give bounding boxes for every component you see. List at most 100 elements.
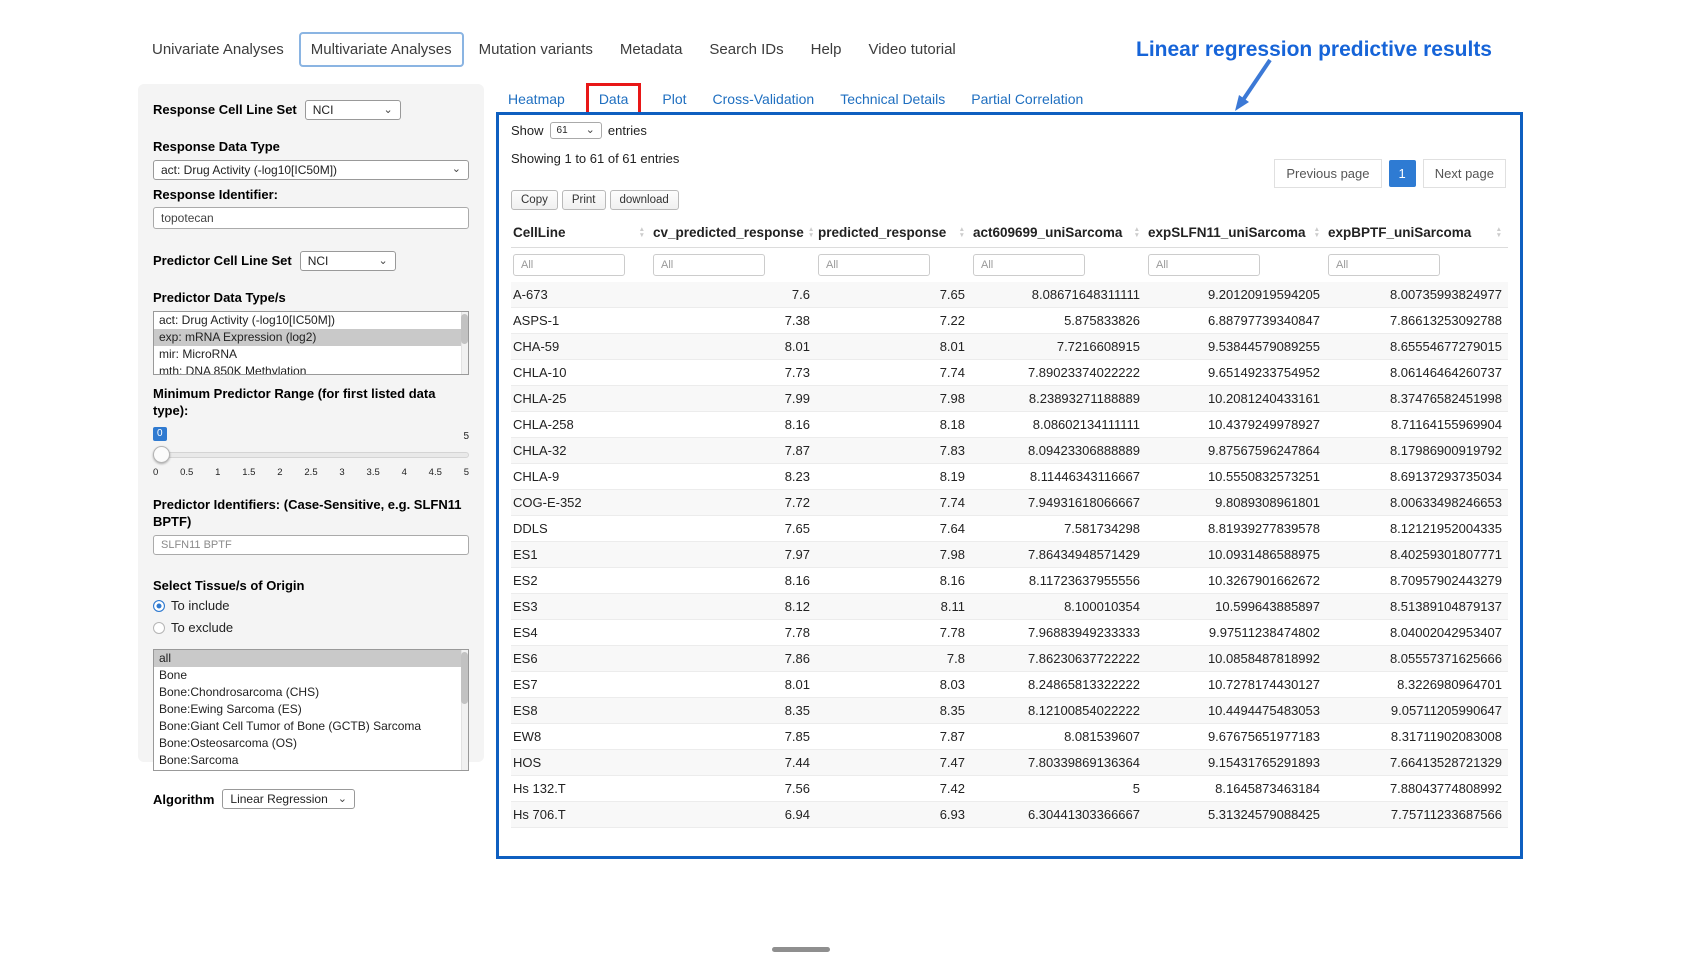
tab-cross-validation[interactable]: Cross-Validation [713,91,815,107]
radio-to-exclude[interactable]: To exclude [153,620,469,635]
tab-data[interactable]: Data [586,83,642,115]
response-identifier-input[interactable] [153,207,469,229]
table-row[interactable]: CHLA-98.238.198.1144634311666710.5550832… [511,464,1508,490]
cell-value: 7.44 [651,750,816,776]
table-row[interactable]: A-6737.67.658.086716483111119.2012091959… [511,282,1508,308]
nav-tab-metadata[interactable]: Metadata [608,32,695,67]
nav-tab-search-ids[interactable]: Search IDs [697,32,795,67]
cell-line-name: CHLA-25 [511,386,651,412]
col-header-act609699-unisarcoma[interactable]: act609699_uniSarcoma▲▼ [971,218,1146,248]
copy-button[interactable]: Copy [511,190,558,210]
option-peripheral-nervous-system[interactable]: Peripheral_Nervous_System [154,769,468,771]
sort-icon[interactable]: ▲▼ [808,227,814,239]
nav-tab-univariate-analyses[interactable]: Univariate Analyses [140,32,296,67]
table-row[interactable]: Hs 706.T6.946.936.304413033666675.313245… [511,802,1508,828]
table-row[interactable]: DDLS7.657.647.5817342988.819392778395788… [511,516,1508,542]
col-header-predicted-response[interactable]: predicted_response▲▼ [816,218,971,248]
cell-value: 7.72 [651,490,816,516]
list-scrollbar[interactable] [461,650,468,770]
previous-page-button[interactable]: Previous page [1274,159,1381,188]
sort-icon[interactable]: ▲▼ [1496,227,1502,239]
sort-icon[interactable]: ▲▼ [1134,227,1140,239]
table-row[interactable]: EW87.857.878.0815396079.676756519771838.… [511,724,1508,750]
predictor-identifiers-input[interactable] [153,535,469,555]
cell-value: 9.8089308961801 [1146,490,1326,516]
col-header-expslfn11-unisarcoma[interactable]: expSLFN11_uniSarcoma▲▼ [1146,218,1326,248]
entries-count-select[interactable]: 61 ⌄ [550,122,602,139]
radio-checked-icon[interactable] [153,600,165,612]
table-row[interactable]: Hs 132.T7.567.4258.16458734631847.880437… [511,776,1508,802]
table-row[interactable]: ES28.168.168.1172363795555610.3267901662… [511,568,1508,594]
table-row[interactable]: ES67.867.87.8623063772222210.08584878189… [511,646,1508,672]
current-page-button[interactable]: 1 [1389,160,1416,187]
predictor-cell-line-set-select[interactable]: NCI ⌄ [300,251,396,271]
cell-line-name: CHLA-32 [511,438,651,464]
nav-tab-mutation-variants[interactable]: Mutation variants [467,32,605,67]
table-row[interactable]: CHLA-107.737.747.890233740222229.6514923… [511,360,1508,386]
sort-icon[interactable]: ▲▼ [959,227,965,239]
sort-desc-icon: ▼ [808,233,814,239]
list-scrollbar[interactable] [461,312,468,374]
response-data-type-select[interactable]: act: Drug Activity (-log10[IC50M]) ⌄ [153,160,469,180]
radio-unchecked-icon[interactable] [153,622,165,634]
col-header-cellline[interactable]: CellLine▲▼ [511,218,651,248]
slider-thumb[interactable] [153,446,170,463]
nav-tab-help[interactable]: Help [799,32,854,67]
option-all[interactable]: all [154,650,468,667]
table-row[interactable]: CHLA-327.877.838.094233068888899.8756759… [511,438,1508,464]
tab-partial-correlation[interactable]: Partial Correlation [971,91,1083,107]
option-bone-giant-cell-tumor-of-bone-gctb-sarcoma[interactable]: Bone:Giant Cell Tumor of Bone (GCTB) Sar… [154,718,468,735]
filter-input-cv-predicted-response[interactable] [653,254,765,276]
table-row[interactable]: ASPS-17.387.225.8758338266.8879773934084… [511,308,1508,334]
table-row[interactable]: CHLA-2588.168.188.0860213411111110.43792… [511,412,1508,438]
option-mir-microrna[interactable]: mir: MicroRNA [154,346,468,363]
option-bone-ewing-sarcoma-es[interactable]: Bone:Ewing Sarcoma (ES) [154,701,468,718]
algorithm-select[interactable]: Linear Regression ⌄ [222,789,355,809]
table-row[interactable]: CHLA-257.997.988.2389327118888910.208124… [511,386,1508,412]
table-row[interactable]: COG-E-3527.727.747.949316180666679.80893… [511,490,1508,516]
print-button[interactable]: Print [562,190,606,210]
next-page-button[interactable]: Next page [1423,159,1506,188]
nav-tab-multivariate-analyses[interactable]: Multivariate Analyses [299,32,464,67]
tab-heatmap[interactable]: Heatmap [508,91,565,107]
option-bone-chondrosarcoma-chs[interactable]: Bone:Chondrosarcoma (CHS) [154,684,468,701]
slider-max-label: 5 [463,431,469,442]
table-row[interactable]: ES78.018.038.2486581332222210.7278174430… [511,672,1508,698]
radio-to-include[interactable]: To include [153,598,469,613]
cell-value: 7.74 [816,360,971,386]
filter-input-predicted-response[interactable] [818,254,930,276]
option-mth-dna-850k-methylation[interactable]: mth: DNA 850K Methylation [154,363,468,375]
response-cell-line-set-select[interactable]: NCI ⌄ [305,100,401,120]
scrollbar-thumb[interactable] [461,652,468,704]
download-button[interactable]: download [610,190,679,210]
nav-tab-video-tutorial[interactable]: Video tutorial [856,32,967,67]
filter-input-act609699-unisarcoma[interactable] [973,254,1085,276]
table-row[interactable]: ES38.128.118.10001035410.5996438858978.5… [511,594,1508,620]
slider-track[interactable] [153,452,469,458]
tab-plot[interactable]: Plot [662,91,686,107]
cell-value: 10.5550832573251 [1146,464,1326,490]
col-header-expbptf-unisarcoma[interactable]: expBPTF_uniSarcoma▲▼ [1326,218,1508,248]
table-row[interactable]: ES17.977.987.8643494857142910.0931486588… [511,542,1508,568]
min-predictor-range-slider[interactable]: 0 5 [153,448,469,462]
filter-input-expslfn11-unisarcoma[interactable] [1148,254,1260,276]
table-row[interactable]: ES47.787.787.968839492333339.97511238474… [511,620,1508,646]
tab-technical-details[interactable]: Technical Details [840,91,945,107]
sort-icon[interactable]: ▲▼ [1314,227,1320,239]
option-bone[interactable]: Bone [154,667,468,684]
option-act-drug-activity-log10-ic50m[interactable]: act: Drug Activity (-log10[IC50M]) [154,312,468,329]
table-row[interactable]: ES88.358.358.1210085402222210.4494475483… [511,698,1508,724]
option-bone-osteosarcoma-os[interactable]: Bone:Osteosarcoma (OS) [154,735,468,752]
option-exp-mrna-expression-log2[interactable]: exp: mRNA Expression (log2) [154,329,468,346]
col-header-cv-predicted-response[interactable]: cv_predicted_response▲▼ [651,218,816,248]
sort-icon[interactable]: ▲▼ [639,227,645,239]
filter-input-cellline[interactable] [513,254,625,276]
filter-input-expbptf-unisarcoma[interactable] [1328,254,1440,276]
cell-value: 9.20120919594205 [1146,282,1326,308]
scrollbar-thumb[interactable] [461,314,468,344]
horizontal-scrollbar-thumb[interactable] [772,947,830,952]
option-bone-sarcoma[interactable]: Bone:Sarcoma [154,752,468,769]
sort-desc-icon: ▼ [1134,233,1140,239]
table-row[interactable]: HOS7.447.477.803398691363649.15431765291… [511,750,1508,776]
table-row[interactable]: CHA-598.018.017.72166089159.538445790892… [511,334,1508,360]
